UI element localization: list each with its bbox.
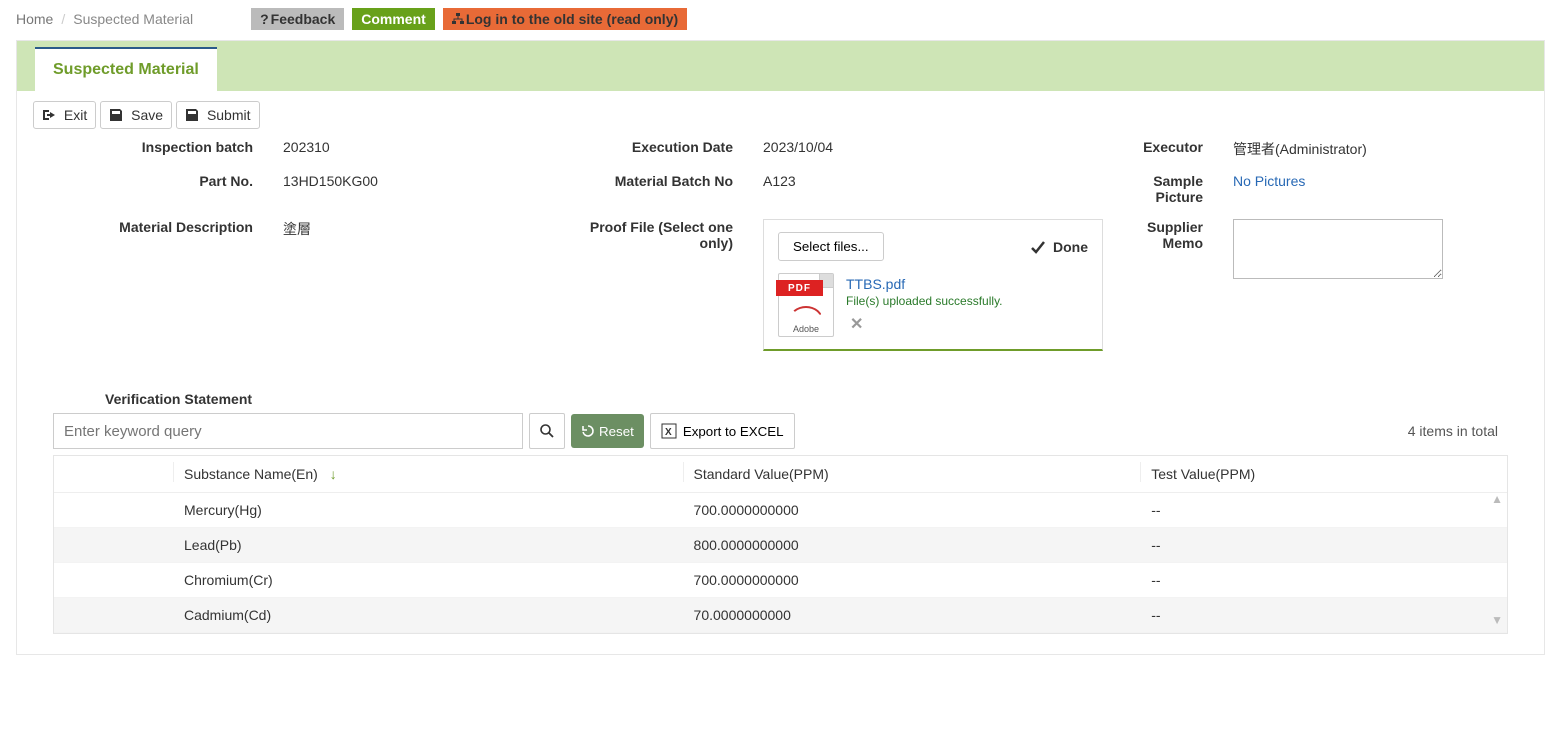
row-test: -- [1141,563,1507,598]
execution-date-value: 2023/10/04 [763,139,1103,155]
action-toolbar: Exit Save Submit [33,101,1528,129]
col-header-blank [54,456,174,493]
row-standard: 800.0000000000 [684,528,1142,563]
submit-label: Submit [207,107,251,123]
reset-icon [581,424,595,438]
search-icon [539,423,555,439]
col-header-standard-label: Standard Value(PPM) [694,466,829,482]
top-bar: Home / Suspected Material ? Feedback Com… [16,8,1545,30]
oldsite-button[interactable]: Log in to the old site (read only) [443,8,687,30]
grid-total-count: 4 items in total [1408,423,1498,439]
save-label: Save [131,107,163,123]
supplier-memo-input[interactable] [1233,219,1443,279]
material-description-label: Material Description [33,219,283,235]
execution-date-label: Execution Date [563,139,763,155]
row-substance: Mercury(Hg) [174,493,684,528]
row-standard: 70.0000000000 [684,598,1142,633]
upload-done-status: Done [1029,238,1088,256]
table-row[interactable]: Cadmium(Cd)70.0000000000-- [54,598,1507,633]
oldsite-label: Log in to the old site (read only) [466,11,678,27]
material-batch-no-label: Material Batch No [563,173,763,189]
part-no-value: 13HD150KG00 [283,173,563,189]
export-label: Export to EXCEL [683,424,784,439]
excel-icon: X [661,423,677,439]
row-substance: Chromium(Cr) [174,563,684,598]
col-header-substance[interactable]: Substance Name(En) ↓ [174,456,684,493]
select-files-button[interactable]: Select files... [778,232,884,261]
scroll-up-icon[interactable]: ▲ [1491,492,1503,506]
file-upload-box: Select files... Done PDF [763,219,1103,351]
row-test: -- [1141,493,1507,528]
col-header-test[interactable]: Test Value(PPM) [1141,456,1507,493]
save-icon [109,108,123,122]
col-header-standard[interactable]: Standard Value(PPM) [684,456,1142,493]
main-panel: Suspected Material Exit Save Subm [16,40,1545,655]
exit-icon [42,108,56,122]
submit-button[interactable]: Submit [176,101,259,129]
question-icon: ? [260,11,269,27]
row-icon-cell [54,493,174,528]
row-icon-cell [54,528,174,563]
uploaded-filename[interactable]: TTBS.pdf [846,276,1003,292]
breadcrumb-current: Suspected Material [73,11,193,27]
proof-file-label: Proof File (Select one only) [563,219,763,251]
supplier-memo-label: Supplier Memo [1103,219,1233,251]
search-button[interactable] [529,413,565,449]
verification-grid: Substance Name(En) ↓ Standard Value(PPM)… [53,455,1508,634]
comment-button[interactable]: Comment [352,8,435,30]
keyword-search-input[interactable] [53,413,523,449]
sample-picture-label: Sample Picture [1103,173,1233,205]
inspection-batch-value: 202310 [283,139,563,155]
table-row[interactable]: Lead(Pb)800.0000000000-- [54,528,1507,563]
sitemap-icon [452,13,464,25]
inspection-batch-label: Inspection batch [33,139,283,155]
sort-down-icon: ↓ [330,466,337,482]
executor-label: Executor [1103,139,1233,155]
breadcrumb-home[interactable]: Home [16,11,53,27]
check-icon [1029,238,1047,256]
col-header-test-label: Test Value(PPM) [1151,466,1255,482]
material-description-value: 塗層 [283,219,563,239]
row-standard: 700.0000000000 [684,493,1142,528]
remove-file-button[interactable]: ✕ [850,314,1003,334]
row-standard: 700.0000000000 [684,563,1142,598]
submit-icon [185,108,199,122]
exit-label: Exit [64,107,87,123]
save-button[interactable]: Save [100,101,172,129]
uploaded-file: PDF Adobe TTBS.pdf File(s) uploaded succ… [778,273,1088,337]
row-icon-cell [54,563,174,598]
sample-picture-link[interactable]: No Pictures [1233,173,1533,189]
reset-button[interactable]: Reset [571,414,644,448]
breadcrumb: Home / Suspected Material [16,11,193,27]
part-no-label: Part No. [33,173,283,189]
table-row[interactable]: Chromium(Cr)700.0000000000-- [54,563,1507,598]
svg-text:X: X [665,427,672,438]
grid-controls: Reset X Export to EXCEL 4 items in total [53,413,1508,449]
executor-value: 管理者(Administrator) [1233,139,1533,159]
supplier-memo-cell [1233,219,1533,282]
proof-file-cell: Select files... Done PDF [763,219,1103,351]
upload-status-msg: File(s) uploaded successfully. [846,294,1003,308]
material-batch-no-value: A123 [763,173,1103,189]
row-substance: Cadmium(Cd) [174,598,684,633]
details-grid: Inspection batch 202310 Execution Date 2… [33,139,1528,351]
row-substance: Lead(Pb) [174,528,684,563]
pdf-icon: PDF Adobe [778,273,834,337]
export-excel-button[interactable]: X Export to EXCEL [650,413,795,449]
row-test: -- [1141,528,1507,563]
breadcrumb-separator: / [61,11,65,27]
row-test: -- [1141,598,1507,633]
table-row[interactable]: Mercury(Hg)700.0000000000-- [54,493,1507,528]
done-label: Done [1053,239,1088,255]
reset-label: Reset [599,424,634,439]
feedback-label: Feedback [271,11,336,27]
col-header-substance-label: Substance Name(En) [184,466,318,482]
panel-header: Suspected Material [17,41,1544,91]
feedback-button[interactable]: ? Feedback [251,8,344,30]
row-icon-cell [54,598,174,633]
verification-section-label: Verification Statement [105,391,1528,407]
scroll-down-icon[interactable]: ▼ [1491,613,1503,627]
tab-suspected-material[interactable]: Suspected Material [35,47,217,91]
exit-button[interactable]: Exit [33,101,96,129]
